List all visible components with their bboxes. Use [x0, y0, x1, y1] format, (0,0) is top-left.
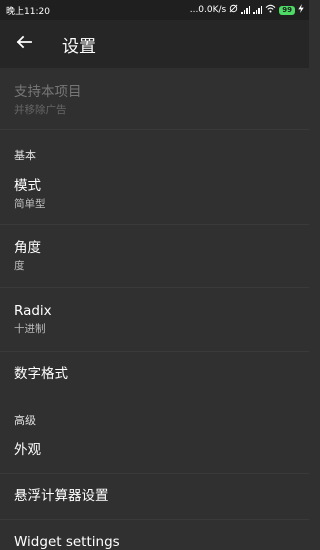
arrow-back-icon — [16, 34, 32, 54]
status-time: 晚上11:20 — [6, 6, 50, 17]
back-button[interactable] — [0, 20, 48, 68]
mode-item[interactable]: 模式 简单型 — [0, 168, 309, 225]
signal-icon — [241, 6, 251, 14]
charging-icon — [298, 4, 304, 16]
item-title: 外观 — [14, 442, 41, 458]
settings-list: 支持本项目 并移除广告 基本 模式 简单型 角度 度 Radix 十进制 数字格… — [0, 68, 309, 550]
widget-settings-item[interactable]: Widget settings — [0, 520, 309, 550]
section-header-advanced: 高级 — [14, 414, 36, 427]
item-title: 数字格式 — [14, 366, 68, 382]
appearance-item[interactable]: 外观 — [0, 432, 309, 474]
item-summary: 度 — [14, 260, 25, 273]
item-title: 角度 — [14, 240, 41, 256]
floating-calculator-settings-item[interactable]: 悬浮计算器设置 — [0, 474, 309, 520]
status-icons: ...0.0K/s 99 — [190, 4, 304, 16]
app-bar: 设置 — [0, 20, 309, 68]
item-title: Radix — [14, 303, 52, 319]
item-summary: 简单型 — [14, 198, 46, 211]
battery-indicator: 99 — [279, 5, 295, 15]
item-title: 模式 — [14, 178, 41, 194]
item-title: Widget settings — [14, 534, 120, 550]
section-header-basic: 基本 — [14, 149, 36, 162]
network-speed: ...0.0K/s — [189, 5, 227, 15]
status-bar: 晚上11:20 ...0.0K/s 99 — [0, 0, 309, 20]
angle-item[interactable]: 角度 度 — [0, 225, 309, 288]
item-title: 支持本项目 — [14, 84, 82, 100]
item-summary: 并移除广告 — [14, 104, 67, 117]
signal-icon-2 — [253, 6, 263, 14]
radix-item[interactable]: Radix 十进制 — [0, 288, 309, 352]
wifi-icon — [265, 4, 276, 16]
item-title: 悬浮计算器设置 — [14, 488, 109, 504]
item-summary: 十进制 — [14, 323, 46, 336]
page-title: 设置 — [62, 36, 96, 57]
number-format-item[interactable]: 数字格式 — [0, 352, 309, 404]
support-project-item[interactable]: 支持本项目 并移除广告 — [0, 68, 309, 130]
no-sim-icon — [229, 4, 238, 16]
